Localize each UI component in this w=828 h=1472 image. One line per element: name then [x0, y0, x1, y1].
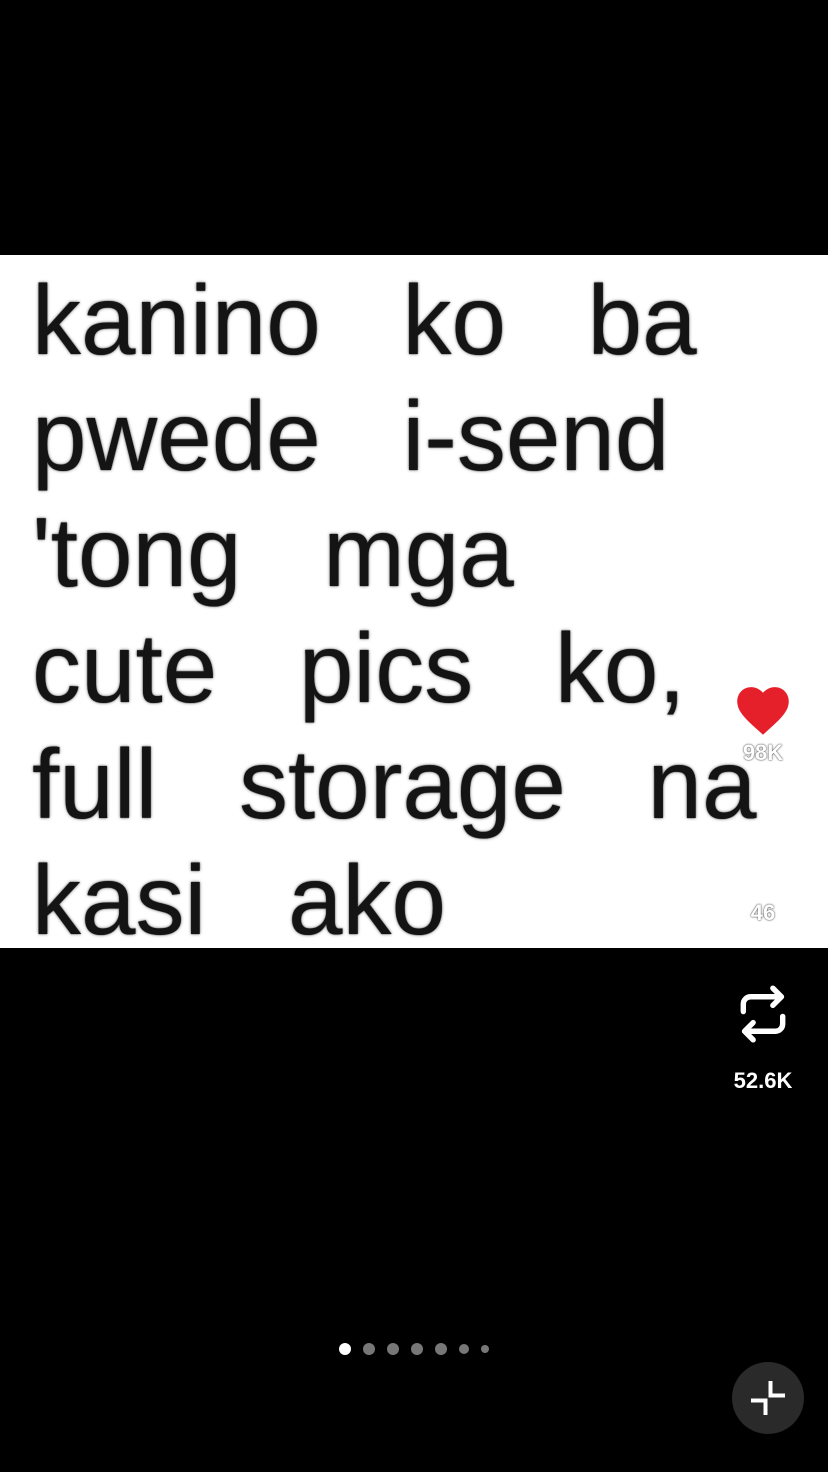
caption-line-6: kasi ako: [32, 845, 446, 955]
repost-count: 52.6K: [733, 1068, 793, 1093]
page-dot-7[interactable]: [481, 1345, 489, 1353]
heart-icon: [737, 687, 789, 735]
page-indicator: [0, 1343, 828, 1355]
comment-bubble-icon: [738, 833, 788, 884]
caption-line-1: kanino ko ba: [32, 265, 697, 375]
caption-line-3: 'tong mga: [32, 497, 514, 607]
comment-count: 46: [750, 900, 776, 925]
collapse-button[interactable]: [732, 1362, 804, 1434]
repost-icon: [740, 985, 786, 1043]
collapse-icon: [751, 1381, 785, 1415]
page-dot-5[interactable]: [435, 1343, 447, 1355]
like-count: 98K: [742, 740, 784, 765]
repost-button[interactable]: 52.6K: [708, 982, 818, 1094]
comment-button[interactable]: 46: [708, 830, 818, 926]
page-dot-2[interactable]: [363, 1343, 375, 1355]
page-dot-1[interactable]: [339, 1343, 351, 1355]
caption-line-4: cute pics ko,: [32, 613, 686, 723]
like-button[interactable]: 98K: [708, 682, 818, 766]
caption-line-5: full storage na: [32, 729, 757, 839]
page-dot-4[interactable]: [411, 1343, 423, 1355]
post-image[interactable]: kanino ko ba pwede i-send 'tong mga cute…: [0, 255, 828, 955]
caption-line-2: pwede i-send: [32, 381, 670, 491]
page-dot-3[interactable]: [387, 1343, 399, 1355]
page-dot-6[interactable]: [459, 1344, 469, 1354]
